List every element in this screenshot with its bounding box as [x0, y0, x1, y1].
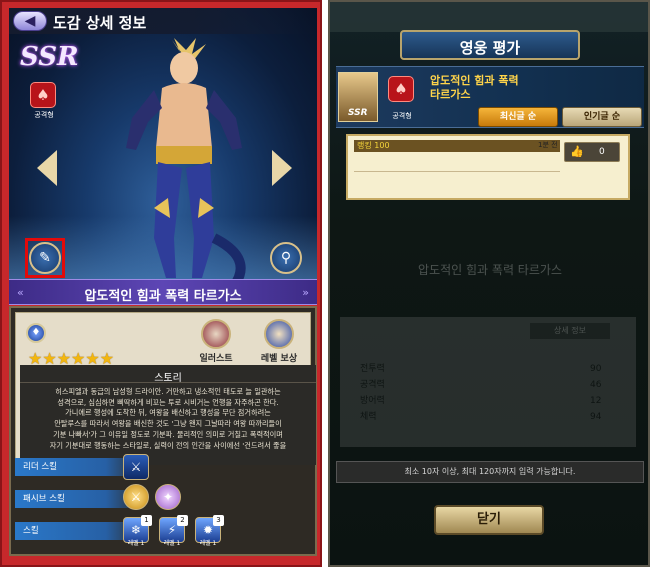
- story-line: 자기 기분대로 행동하는 스타일로, 실력이 전의 인간을 사이에선 '건드려서…: [49, 440, 287, 450]
- back-arrow-icon: ◀: [24, 13, 36, 29]
- hero-name: 압도적인 힘과 폭력 타르가스: [430, 74, 519, 102]
- magnifier-icon: ⚲: [280, 250, 292, 266]
- stat-label: 체력: [360, 412, 377, 422]
- hero-name-bar: « 압도적인 힘과 폭력 타르가스 »: [9, 279, 317, 305]
- stat-label: 방어력: [360, 396, 385, 406]
- sort-popular-tab[interactable]: 인기글 순: [562, 107, 642, 127]
- divider: [20, 382, 316, 383]
- story-line: 가니에르 행성에 도착한 뒤, 여왕을 배신하고 행성을 무단 점거하려는: [65, 408, 271, 418]
- dimmed-header: [330, 2, 648, 32]
- stat-value: 12: [590, 396, 602, 406]
- story-line: 안탈루스를 따라서 여왕을 배신한 것도 '그냥 왠지 그날따라 여왕 따까리들…: [54, 419, 282, 429]
- faded-info-box: 상세 정보 전투력 공격력 방어력 체력 90 46 12 94: [340, 317, 636, 447]
- hero-evaluation-panel: 압도적인 힘과 폭력 타르가스 상세 정보 전투력 공격력 방어력 체력 90 …: [328, 0, 650, 567]
- comment-header: 랭킹 100: [354, 140, 560, 152]
- thumbs-up-icon: 👍: [570, 145, 584, 158]
- portrait-rarity: SSR: [348, 108, 368, 118]
- comment-body: [354, 156, 560, 172]
- active-skill-2-number: 2: [177, 515, 188, 526]
- evaluation-title: 영웅 평가: [459, 39, 521, 57]
- story-line: 히스피엘과 동급의 남성형 드라이안. 거만하고 냉소적인 태도로 늘 일관하는: [55, 387, 281, 396]
- sort-latest-tab[interactable]: 최신글 순: [478, 107, 558, 127]
- story-line: 성격으로, 심심하면 삐딱하게 비꼬는 투로 시비거는 언행을 자주하곤 한다.: [57, 397, 279, 407]
- active-skill-3-number: 3: [213, 515, 224, 526]
- page-title: 도감 상세 정보: [53, 14, 147, 32]
- faded-stat-labels: 전투력 공격력 방어력 체력: [360, 361, 385, 425]
- faded-hero-name: 압도적인 힘과 폭력 타르가스: [418, 263, 562, 277]
- hero-illustration: [126, 38, 246, 286]
- hero-name-line2: 타르가스: [430, 88, 471, 101]
- stat-value: 90: [590, 364, 602, 374]
- class-label: 공격형: [34, 111, 54, 119]
- stat-label: 전투력: [360, 364, 385, 374]
- like-button[interactable]: 👍 0: [564, 142, 620, 162]
- comment-item: 랭킹 100 1분 전 👍 0: [346, 134, 630, 200]
- level-reward-label: 레벨 보상: [260, 354, 298, 364]
- comment-time: 1분 전: [538, 141, 558, 149]
- passive-skill-2-icon[interactable]: ✦: [155, 484, 181, 510]
- attack-class-icon: ♠: [30, 82, 56, 108]
- comment-author: 랭킹 100: [357, 141, 390, 150]
- hero-detail-panel: ◀ 도감 상세 정보 SSR ♠ 공격형 ✎ ⚲ « 압도적인 힘과 폭력 타르…: [0, 0, 322, 567]
- active-skill-2-level: 레벨 1: [163, 540, 181, 547]
- right-ornament-icon: »: [302, 286, 309, 299]
- hero-name: 압도적인 힘과 폭력 타르가스: [84, 289, 242, 304]
- hero-summary: ♦ ★★★★★★ 일러스트 레벨 보상 스토리 히스피엘과 동급의 남성형 드라…: [15, 312, 316, 465]
- story-line: 기분 나빠서'가 그 이유일 정도로 기분파. 물리적인 의미로 거칠고 폭력적…: [53, 429, 283, 439]
- leader-skill-icon[interactable]: ⚔: [123, 454, 149, 480]
- faded-detail-button: 상세 정보: [530, 323, 610, 339]
- comment-input[interactable]: 최소 10자 이상, 최대 120자까지 입력 가능합니다.: [336, 461, 644, 483]
- evaluation-title-plate: 영웅 평가: [400, 30, 580, 60]
- faded-stat-values: 90 46 12 94: [590, 361, 601, 425]
- passive-skill-1-icon[interactable]: ⚔: [123, 484, 149, 510]
- element-badge-icon: ♦: [26, 323, 46, 343]
- rarity-badge: SSR: [20, 42, 79, 72]
- active-skill-1-level: 레벨 1: [127, 540, 145, 547]
- illustration-label: 일러스트: [199, 354, 233, 364]
- stat-value: 46: [590, 380, 602, 390]
- close-button[interactable]: 닫기: [434, 505, 544, 535]
- active-skill-3-level: 레벨 1: [199, 540, 217, 547]
- hero-name-line1: 압도적인 힘과 폭력: [430, 74, 519, 87]
- hero-info-section: ♦ ★★★★★★ 일러스트 레벨 보상 스토리 히스피엘과 동급의 남성형 드라…: [9, 306, 317, 556]
- title-bar: ◀ 도감 상세 정보: [9, 8, 317, 34]
- level-reward-button[interactable]: [264, 319, 294, 349]
- class-label: 공격형: [392, 112, 412, 120]
- story-text[interactable]: 히스피엘과 동급의 남성형 드라이안. 거만하고 냉소적인 태도로 늘 일관하는…: [26, 387, 310, 451]
- active-skill-1-number: 1: [141, 515, 152, 526]
- previous-hero-arrow-icon[interactable]: [37, 150, 57, 186]
- story-panel: 스토리 히스피엘과 동급의 남성형 드라이안. 거만하고 냉소적인 태도로 늘 …: [20, 365, 316, 465]
- stat-label: 공격력: [360, 380, 385, 390]
- zoom-button[interactable]: ⚲: [270, 242, 302, 274]
- dimmed-background-content: 압도적인 힘과 폭력 타르가스 상세 정보 전투력 공격력 방어력 체력 90 …: [336, 207, 644, 457]
- stat-value: 94: [590, 412, 602, 422]
- like-count: 0: [599, 147, 605, 157]
- next-hero-arrow-icon[interactable]: [272, 150, 292, 186]
- illustration-button[interactable]: [201, 319, 231, 349]
- back-button[interactable]: ◀: [13, 11, 47, 31]
- attack-class-icon: ♠: [388, 76, 414, 102]
- highlight-box: [25, 238, 65, 278]
